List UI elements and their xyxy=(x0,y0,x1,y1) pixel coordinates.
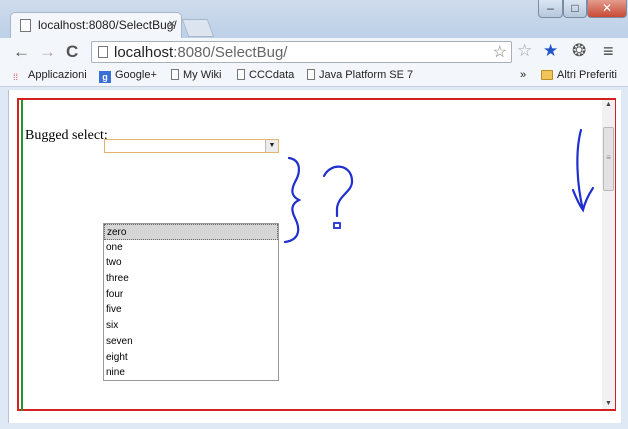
forward-icon[interactable]: → xyxy=(39,43,56,61)
bookmark-other[interactable]: Altri Preferiti xyxy=(541,69,617,81)
apps-grid-icon: ⁞⁞ xyxy=(13,72,19,82)
browser-toolbar: ← → C localhost:8080/SelectBug/ ☆ ☆ ★ ❂ … xyxy=(0,38,628,66)
hand-drawn-annotations xyxy=(283,128,595,244)
page-icon xyxy=(171,69,179,80)
bookmark-mywiki[interactable]: My Wiki xyxy=(171,69,222,81)
tab-title: localhost:8080/SelectBug/ xyxy=(38,18,177,32)
bookmark-apps[interactable]: ⁞⁞ Applicazioni xyxy=(13,69,87,83)
back-icon[interactable]: ← xyxy=(13,43,30,61)
menu-icon[interactable]: ≡ xyxy=(603,41,614,61)
window-titlebar: localhost:8080/SelectBug/ × – □ ✕ xyxy=(0,0,628,38)
curly-brace-annotation xyxy=(283,156,302,244)
folder-icon xyxy=(541,70,553,80)
filled-star-icon[interactable]: ★ xyxy=(543,41,558,61)
tab-close-icon[interactable]: × xyxy=(168,16,176,31)
question-mark-dot xyxy=(333,222,341,229)
page-icon xyxy=(307,69,315,80)
bookmarks-bar: ⁞⁞ Applicazioni g Google+ My Wiki CCCdata … xyxy=(0,66,628,87)
page-viewport: ▲ ≡ ▼ Bugged select: ▼ zero one two three fo… xyxy=(8,90,621,423)
reload-icon[interactable]: C xyxy=(66,43,78,61)
maximize-button[interactable]: □ xyxy=(563,0,587,18)
bookmarks-overflow-button[interactable]: » xyxy=(520,69,526,81)
page-icon xyxy=(98,46,108,58)
google-plus-icon: g xyxy=(99,71,111,83)
question-mark-annotation xyxy=(322,165,354,218)
bookmark-cccdata[interactable]: CCCdata xyxy=(237,69,294,81)
bookmark-java[interactable]: Java Platform SE 7 xyxy=(307,69,413,81)
address-bar[interactable]: localhost:8080/SelectBug/ ☆ xyxy=(91,41,512,63)
tab-selectbug[interactable]: localhost:8080/SelectBug/ × xyxy=(10,12,182,38)
star-outline-icon[interactable]: ☆ xyxy=(517,41,532,61)
page-icon xyxy=(20,19,31,32)
close-window-button[interactable]: ✕ xyxy=(587,0,627,18)
extension-icon[interactable]: ❂ xyxy=(572,41,586,61)
bookmark-googleplus[interactable]: g Google+ xyxy=(99,69,157,83)
new-tab-button[interactable] xyxy=(181,19,215,37)
url-text: localhost:8080/SelectBug/ xyxy=(114,44,288,61)
minimize-button[interactable]: – xyxy=(538,0,563,18)
page-icon xyxy=(237,69,245,80)
down-arrow-annotation xyxy=(571,128,595,213)
bookmark-star-icon[interactable]: ☆ xyxy=(493,42,507,62)
